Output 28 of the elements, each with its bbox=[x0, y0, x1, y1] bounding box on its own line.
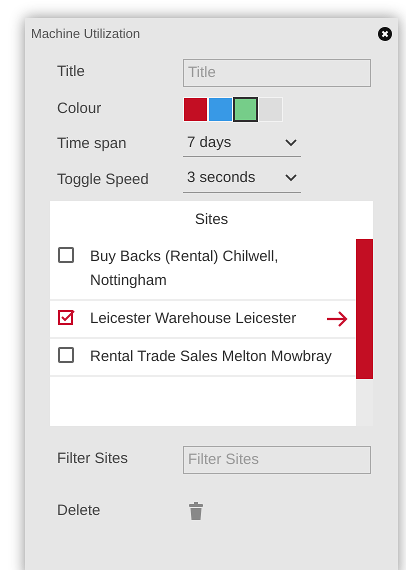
site-row[interactable]: Rental Trade Sales Melton Mowbray bbox=[50, 339, 356, 377]
scrollbar-thumb[interactable] bbox=[356, 239, 373, 379]
checked-checkbox-icon[interactable] bbox=[58, 309, 76, 325]
window-title: Machine Utilization bbox=[31, 25, 140, 43]
colour-swatch[interactable] bbox=[233, 96, 258, 122]
checkbox-icon[interactable] bbox=[58, 247, 76, 263]
site-name: Buy Backs (Rental) Chilwell, Nottingham bbox=[90, 247, 280, 291]
chevron-down-icon bbox=[285, 138, 297, 147]
sites-heading: Sites bbox=[194, 210, 230, 230]
trash-icon[interactable] bbox=[189, 502, 203, 520]
site-row[interactable]: Leicester Warehouse Leicester bbox=[50, 301, 356, 339]
site-name: Rental Trade Sales Melton Mowbray bbox=[90, 347, 333, 367]
site-name: Leicester Warehouse Leicester bbox=[90, 309, 298, 329]
title-input[interactable]: Title bbox=[183, 58, 371, 86]
field-label: Time span bbox=[57, 134, 128, 154]
field-label: Filter Sites bbox=[57, 449, 129, 470]
filter-sites-input[interactable]: Filter Sites bbox=[183, 446, 371, 474]
toggle-speed-dropdown[interactable]: 3 seconds bbox=[183, 167, 301, 192]
time-span-dropdown[interactable]: 7 days bbox=[183, 132, 301, 157]
close-icon[interactable] bbox=[378, 26, 392, 41]
chevron-down-icon bbox=[285, 174, 297, 182]
checkbox-icon[interactable] bbox=[58, 347, 76, 363]
field-label: Title bbox=[57, 62, 86, 82]
scrollbar[interactable] bbox=[356, 239, 373, 426]
field-label: Delete bbox=[57, 500, 102, 520]
arrow-right-icon bbox=[326, 311, 348, 327]
field-label: Colour bbox=[57, 98, 102, 119]
field-label: Toggle Speed bbox=[57, 170, 150, 190]
